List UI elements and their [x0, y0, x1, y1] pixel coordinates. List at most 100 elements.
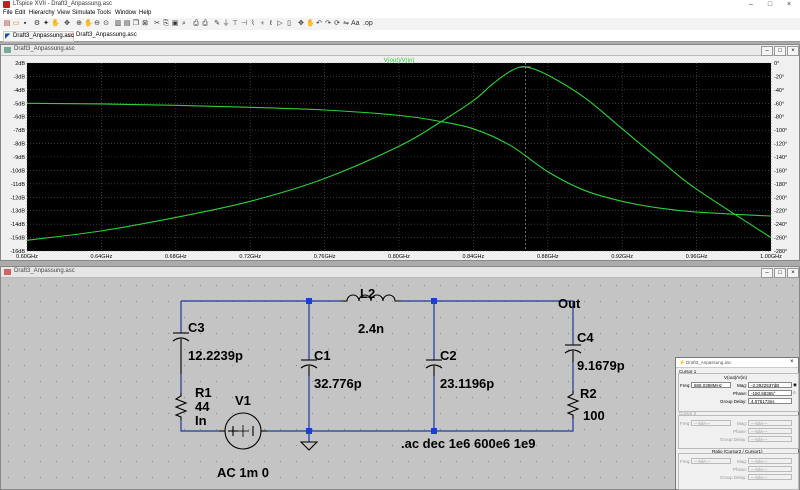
- c2-value-label[interactable]: 23.1196p: [440, 376, 494, 391]
- cascade-icon[interactable]: ❐: [132, 20, 140, 28]
- tab-schematic[interactable]: ▭ Draft3_Anpassung.asc: [67, 31, 137, 40]
- menu-help[interactable]: Help: [139, 10, 151, 16]
- close-window-icon[interactable]: ⊠: [141, 20, 149, 28]
- wire-icon[interactable]: ✎: [213, 20, 221, 28]
- c1-value-label[interactable]: 32.776p: [314, 376, 362, 391]
- c1-name-label[interactable]: C1: [314, 348, 331, 363]
- cursor1-mag-field[interactable]: -2.2922537dB: [748, 382, 792, 388]
- ratio-freq-field[interactable]: ---N/A---: [691, 458, 731, 464]
- cursor2-gd-field[interactable]: ---N/A---: [748, 436, 792, 442]
- inductor-icon[interactable]: ℓ: [267, 20, 275, 28]
- ratio-mag-field[interactable]: ---N/A---: [748, 458, 792, 464]
- cursor2-freq-field[interactable]: ---N/A---: [691, 420, 731, 426]
- y-left-tick-label: -8dB: [13, 142, 25, 148]
- plot-window-title: Draft3_Anpassung.asc: [14, 46, 75, 52]
- menu-view[interactable]: View: [57, 10, 70, 16]
- print-setup-icon[interactable]: ⎙: [192, 20, 200, 28]
- text-icon[interactable]: Aa: [351, 20, 360, 28]
- print-icon[interactable]: ⎙: [201, 20, 209, 28]
- spice-directive-icon[interactable]: .op: [363, 20, 373, 28]
- run-icon[interactable]: ✦: [42, 20, 50, 28]
- r2-name-label[interactable]: R2: [580, 386, 597, 401]
- control-panel-icon[interactable]: ⚙: [33, 20, 41, 28]
- cut-icon[interactable]: ✂: [153, 20, 161, 28]
- pan-hand-icon[interactable]: ✋: [84, 20, 93, 28]
- zoom-out-icon[interactable]: ⊖: [93, 20, 101, 28]
- halt-icon[interactable]: ✋: [51, 20, 60, 28]
- v1-name-label[interactable]: V1: [235, 393, 251, 408]
- r1-port-label[interactable]: In: [195, 414, 207, 428]
- cursor1-phase-radio[interactable]: ○: [793, 390, 796, 395]
- ground-icon[interactable]: ⏚: [222, 20, 230, 28]
- maximize-icon[interactable]: □: [763, 0, 777, 9]
- v1-value-label[interactable]: AC 1m 0: [217, 465, 269, 480]
- tab-plot[interactable]: ◤ Draft3_Anpassung.asc: [3, 31, 74, 42]
- cursor1-gd-field[interactable]: 4.075173ns: [748, 398, 792, 404]
- schematic-maximize-icon[interactable]: □: [774, 268, 786, 278]
- c4-name-label[interactable]: C4: [577, 330, 594, 345]
- waveform-plot[interactable]: 0.60GHz 0.64GHz 0.68GHz 0.72GHz 0.76GHz 0.80G…: [1, 56, 799, 261]
- copy-icon[interactable]: ⎘: [162, 20, 170, 28]
- paste-icon[interactable]: ▣: [171, 20, 179, 28]
- ratio-phase-field[interactable]: ---N/A---: [748, 466, 792, 472]
- cursor1-trace-name: V(out)/V(in): [724, 375, 748, 380]
- cursor-dialog-close-icon[interactable]: ×: [790, 359, 794, 365]
- close-icon[interactable]: ×: [782, 0, 796, 9]
- cursor1-freq-field[interactable]: 868.0398MHz: [691, 382, 731, 388]
- schematic-minimize-icon[interactable]: –: [761, 268, 773, 278]
- diode-icon[interactable]: ▷: [276, 20, 284, 28]
- y-left-tick-label: -14dB: [10, 222, 25, 228]
- menu-window[interactable]: Window: [115, 10, 136, 16]
- save-icon[interactable]: ▪: [21, 20, 29, 28]
- component-icon[interactable]: ▯: [285, 20, 293, 28]
- cursor2-mag-field[interactable]: ---N/A---: [748, 420, 792, 426]
- new-schematic-icon[interactable]: ▤: [3, 20, 11, 28]
- rotate-icon[interactable]: ⟳: [333, 20, 341, 28]
- menu-hierarchy[interactable]: Hierarchy: [29, 10, 55, 16]
- mirror-icon[interactable]: ⇋: [342, 20, 350, 28]
- r1-name-label[interactable]: R1: [195, 386, 212, 400]
- schematic-icon: ▭: [68, 32, 75, 39]
- zoom-fit-icon[interactable]: ⊙: [102, 20, 110, 28]
- redo-icon[interactable]: ↷: [324, 20, 332, 28]
- plot-minimize-icon[interactable]: –: [761, 46, 773, 56]
- y-right-tick-label: -280°: [774, 249, 787, 255]
- tile-horizontal-icon[interactable]: ▤: [123, 20, 131, 28]
- r2-value-label[interactable]: 100: [583, 408, 605, 423]
- cursor2-phase-field[interactable]: ---N/A---: [748, 428, 792, 434]
- cursor1-mag-radio[interactable]: ◉: [793, 382, 797, 388]
- tile-vertical-icon[interactable]: ▥: [114, 20, 122, 28]
- menu-file[interactable]: File: [3, 10, 13, 16]
- ratio-gd-field[interactable]: ---N/A---: [748, 474, 792, 480]
- y-left-tick-label: -10dB: [10, 168, 25, 174]
- minimize-icon[interactable]: –: [744, 0, 758, 9]
- r1-value-label[interactable]: 44: [195, 400, 209, 414]
- menu-edit[interactable]: Edit: [15, 10, 25, 16]
- spice-directive[interactable]: .ac dec 1e6 600e6 1e9: [401, 436, 535, 451]
- cursor2-mag-label: Mag:: [737, 421, 748, 426]
- open-folder-icon[interactable]: ▭: [12, 20, 20, 28]
- capacitor-icon[interactable]: ⫞: [258, 20, 266, 28]
- schematic-close-icon[interactable]: ×: [787, 268, 799, 278]
- label-icon[interactable]: ⊣: [240, 20, 248, 28]
- out-net-label[interactable]: Out: [558, 296, 580, 311]
- l2-value-label[interactable]: 2.4n: [358, 321, 384, 336]
- move-icon[interactable]: ✥: [297, 20, 305, 28]
- menu-tools[interactable]: Tools: [97, 10, 111, 16]
- menu-simulate[interactable]: Simulate: [72, 10, 95, 16]
- plot-maximize-icon[interactable]: □: [774, 46, 786, 56]
- undo-icon[interactable]: ↶: [315, 20, 323, 28]
- find-icon[interactable]: ⌕: [180, 20, 188, 28]
- c2-name-label[interactable]: C2: [440, 348, 457, 363]
- zoom-in-icon[interactable]: ⊕: [75, 20, 83, 28]
- plot-close-icon[interactable]: ×: [787, 46, 799, 56]
- cursor1-phase-field[interactable]: -150.68365°: [748, 390, 792, 396]
- drag-icon[interactable]: ✋: [306, 20, 315, 28]
- label-net-icon[interactable]: ⊤: [231, 20, 239, 28]
- resistor-icon[interactable]: ⌇: [249, 20, 257, 28]
- pan-icon[interactable]: ✥: [63, 20, 71, 28]
- l2-name-label[interactable]: L2: [360, 286, 375, 301]
- c3-name-label[interactable]: C3: [188, 320, 205, 335]
- c3-value-label[interactable]: 12.2239p: [188, 348, 243, 363]
- c4-value-label[interactable]: 9.1679p: [577, 358, 625, 373]
